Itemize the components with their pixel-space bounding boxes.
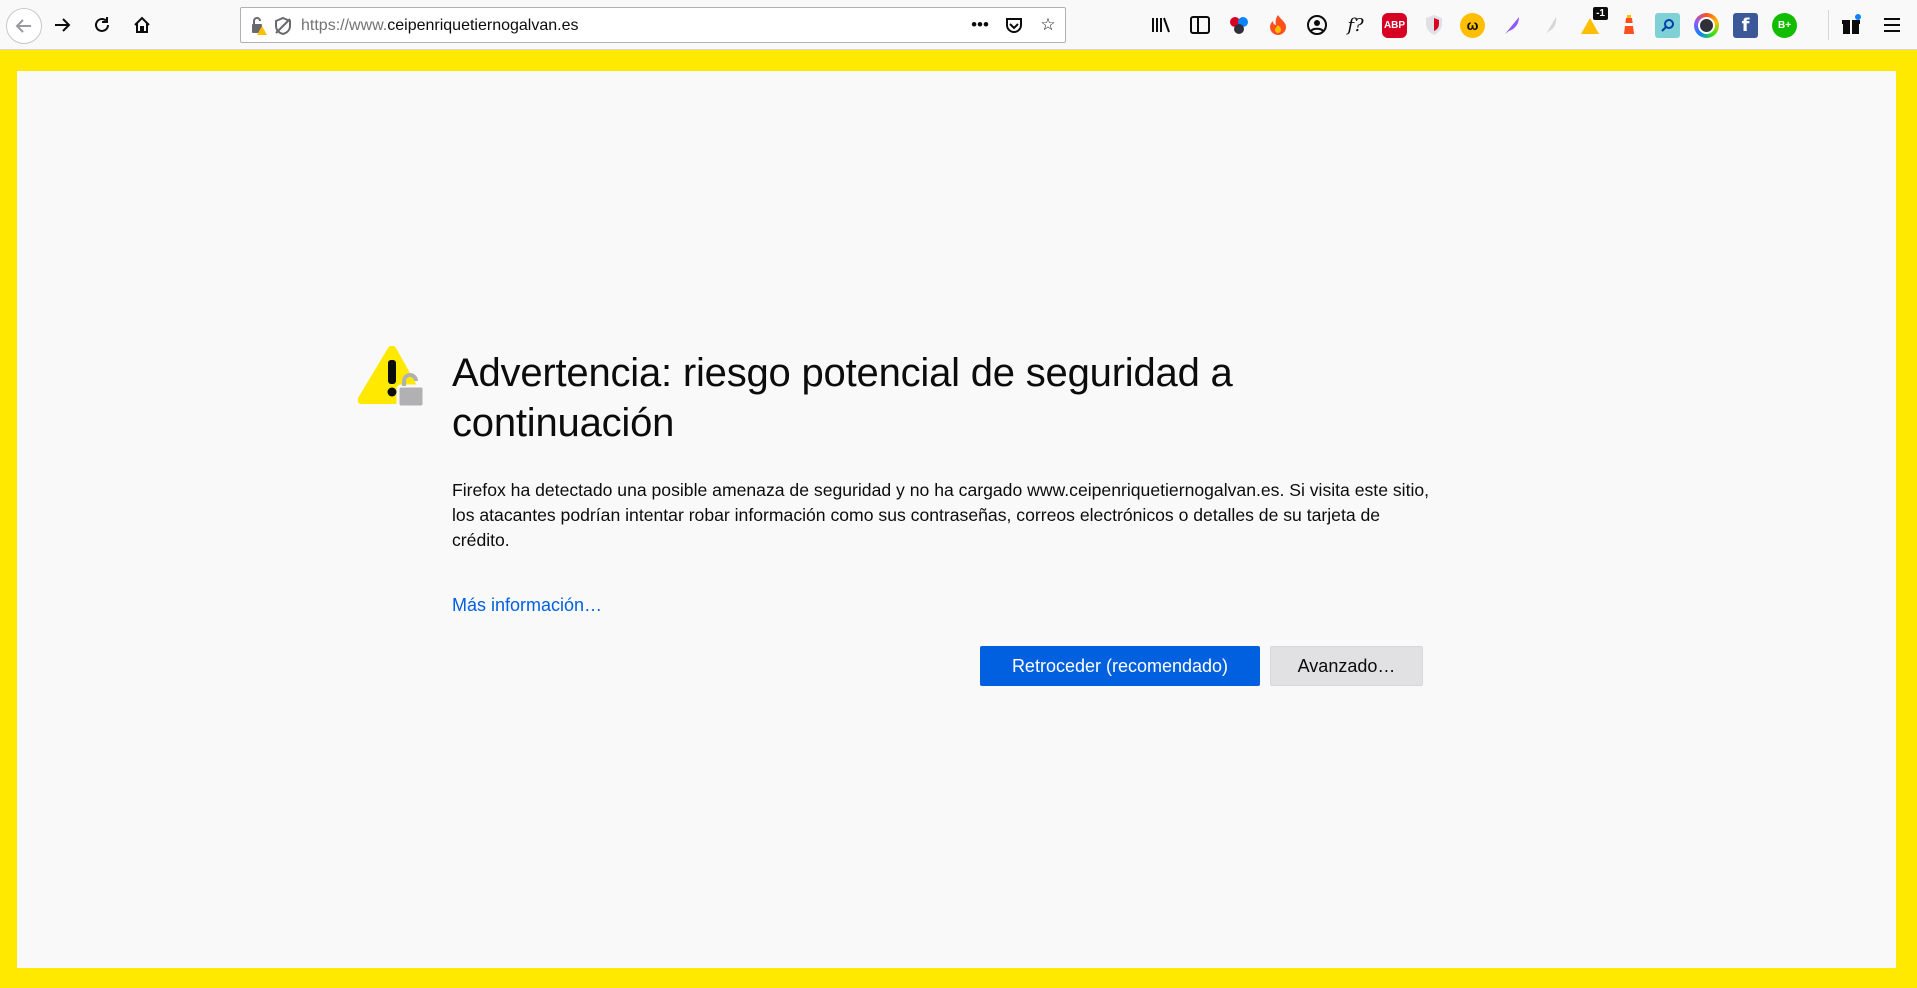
search-extension-icon[interactable]: [1655, 12, 1680, 38]
library-icon[interactable]: [1148, 13, 1173, 38]
page-title: Advertencia: riesgo potencial de segurid…: [452, 351, 1233, 445]
url-domain: ceipenriquetiernogalvan.es: [387, 17, 579, 34]
facebook-extension-icon[interactable]: f: [1733, 12, 1758, 38]
back-button[interactable]: [6, 8, 42, 44]
security-warning-icon: [357, 345, 428, 410]
bookmark-star-icon[interactable]: ☆: [1037, 14, 1059, 36]
fontface-extension-icon[interactable]: f?: [1343, 13, 1368, 38]
reload-button[interactable]: [86, 9, 118, 41]
back-arrow-icon: [15, 19, 31, 33]
spheres-extension-icon[interactable]: [1226, 13, 1251, 38]
warning-extension-badge: -1: [1593, 6, 1608, 20]
lighthouse-extension-icon[interactable]: [1616, 13, 1641, 38]
hamburger-menu-icon[interactable]: [1879, 12, 1904, 37]
colorful-circle-extension-icon[interactable]: [1694, 12, 1719, 38]
site-identity[interactable]: [249, 16, 293, 36]
ghost-feather-extension-icon[interactable]: [1538, 13, 1563, 38]
whats-new-gift-icon[interactable]: [1838, 12, 1863, 37]
adblock-plus-icon[interactable]: ABP: [1382, 12, 1407, 38]
advanced-button[interactable]: Avanzado…: [1270, 646, 1423, 686]
warning-description: Firefox ha detectado una posible amenaza…: [452, 480, 1430, 550]
url-prefix: https://www.: [301, 17, 388, 34]
feather-extension-icon[interactable]: [1499, 13, 1524, 38]
url-text[interactable]: https://www.ceipenriquetiernogalvan.es: [301, 17, 579, 35]
go-back-button[interactable]: Retroceder (recomendado): [980, 646, 1260, 686]
shield-extension-icon[interactable]: [1421, 13, 1446, 38]
reload-icon: [95, 17, 109, 32]
flame-extension-icon[interactable]: [1265, 13, 1290, 38]
page-actions-icon[interactable]: •••: [969, 14, 991, 36]
pocket-icon[interactable]: [1003, 14, 1025, 36]
account-extension-icon[interactable]: [1304, 13, 1329, 38]
url-bar[interactable]: https://www.ceipenriquetiernogalvan.es •…: [240, 7, 1066, 43]
home-button[interactable]: [126, 9, 158, 41]
warning-extension-icon[interactable]: -1: [1577, 6, 1608, 38]
extension-toolbar: f? ABP ω -1 f B+: [1148, 6, 1797, 38]
w-extension-icon[interactable]: ω: [1460, 12, 1485, 38]
forward-arrow-icon: [55, 18, 71, 32]
b-plus-extension-icon[interactable]: B+: [1772, 12, 1797, 38]
browser-toolbar: https://www.ceipenriquetiernogalvan.es •…: [0, 0, 1917, 50]
forward-button[interactable]: [46, 9, 78, 41]
home-icon: [134, 16, 150, 33]
learn-more-link[interactable]: Más información…: [452, 595, 602, 616]
insecure-lock-icon: [252, 17, 267, 35]
toolbar-separator: [1828, 10, 1829, 40]
tracking-protection-icon: [275, 16, 291, 36]
sidebar-icon[interactable]: [1187, 13, 1212, 38]
